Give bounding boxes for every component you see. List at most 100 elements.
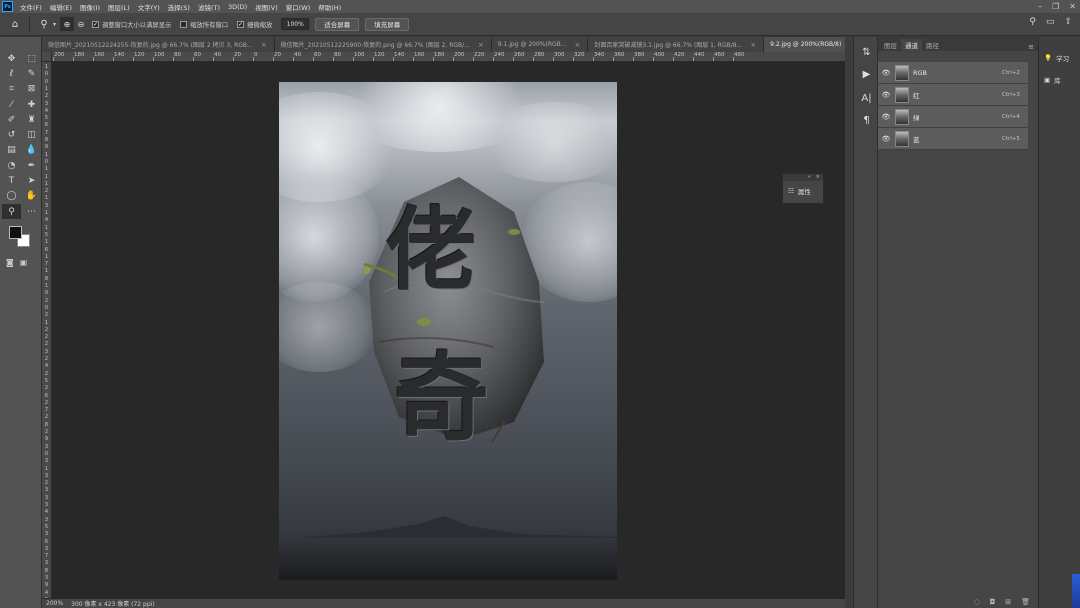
close-icon[interactable]: × [261, 41, 267, 49]
brush-tool-icon[interactable]: ✐ [2, 112, 21, 127]
libraries-label: 库 [1054, 77, 1061, 85]
properties-mini-panel[interactable]: « × ☷ 属性 [782, 173, 824, 204]
libraries-panel-button[interactable]: ▣ 库 [1039, 69, 1080, 91]
tab-document-1[interactable]: 微信图片_20210512224255-恢复的.jpg @ 66.7% (图层 … [42, 37, 275, 52]
zoom-out-icon[interactable]: ⊖ [74, 15, 88, 33]
ruler-origin[interactable] [42, 52, 52, 62]
more-tools-icon[interactable]: ⋯ [22, 204, 41, 219]
eye-icon[interactable]: 👁 [880, 69, 892, 77]
marquee-tool-icon[interactable]: ⬚ [22, 51, 41, 66]
horizontal-ruler[interactable]: 200 180 160 140 120 100 80 60 40 20 0 20 40 60 80 100 12… [52, 52, 845, 62]
channel-row-rgb[interactable]: 👁 RGB Ctrl+2 [878, 62, 1028, 84]
menu-type[interactable]: 文字(Y) [134, 2, 164, 12]
fill-screen-button[interactable]: 填充屏幕 [365, 17, 410, 31]
shape-tool-icon[interactable]: ◯ [2, 189, 21, 204]
vertical-ruler[interactable]: 1001234567891011121314151617181920212223… [42, 62, 52, 598]
blur-tool-icon[interactable]: 💧 [22, 143, 41, 158]
zoom-all-windows-checkbox[interactable]: 缩放所有窗口 [180, 20, 228, 29]
document-workspace[interactable]: 佬 奇 [52, 62, 845, 598]
zoom-tool-icon[interactable]: ⚲ [35, 15, 53, 33]
tab-document-4[interactable]: 封面百家突破减镜3.1.jpg @ 66.7% (图层 1, RGB/8... × [588, 37, 765, 52]
channel-row-green[interactable]: 👁 绿 Ctrl+4 [878, 106, 1028, 128]
trash-icon[interactable]: 🗑 [1021, 598, 1030, 606]
move-tool-icon[interactable]: ✥ [2, 51, 21, 66]
color-swatches[interactable] [6, 224, 36, 252]
menu-layer[interactable]: 图层(L) [104, 2, 134, 12]
screen-mode-icon[interactable]: ▣ [20, 258, 28, 267]
crop-tool-icon[interactable]: ⌗ [2, 82, 21, 97]
eyedropper-tool-icon[interactable]: ⁄ [2, 97, 21, 112]
frame-tool-icon[interactable]: ⊠ [22, 82, 41, 97]
tab-channels[interactable]: 通道 [901, 39, 922, 51]
lasso-tool-icon[interactable]: ℓ [2, 66, 21, 81]
collapse-icon[interactable]: « [808, 174, 811, 181]
home-icon[interactable]: ⌂ [6, 15, 24, 33]
close-icon[interactable]: × [816, 174, 820, 181]
chevron-down-icon[interactable]: ▾ [53, 21, 56, 28]
fit-screen-button[interactable]: 适合屏幕 [315, 17, 360, 31]
load-selection-icon[interactable]: ◌ [974, 598, 980, 606]
foreground-color[interactable] [9, 226, 22, 240]
minimize-icon[interactable]: – [1038, 2, 1042, 11]
restore-icon[interactable]: ❐ [1052, 2, 1059, 11]
new-channel-icon[interactable]: ⊞ [1005, 598, 1011, 606]
zoom-tool-icon[interactable]: ⚲ [2, 203, 21, 220]
menu-edit[interactable]: 编辑(E) [46, 2, 76, 12]
menu-image[interactable]: 图像(I) [76, 2, 104, 12]
menu-select[interactable]: 选择(S) [164, 2, 194, 12]
share-icon[interactable]: ⇪ [1064, 17, 1072, 27]
history-icon[interactable]: ⇅ [854, 41, 879, 63]
eraser-tool-icon[interactable]: ◫ [22, 127, 41, 142]
ruler-tick-label: 140 [114, 52, 125, 58]
menu-window[interactable]: 窗口(W) [282, 2, 315, 12]
tab-paths[interactable]: 路径 [922, 39, 943, 51]
channel-row-blue[interactable]: 👁 蓝 Ctrl+5 [878, 128, 1028, 150]
close-icon[interactable]: × [750, 41, 756, 49]
character-icon[interactable]: A| [854, 87, 879, 109]
eye-icon[interactable]: 👁 [880, 91, 892, 99]
healing-tool-icon[interactable]: ✚ [22, 97, 41, 112]
checkbox-checked-icon[interactable]: ✓ [237, 20, 245, 28]
scrubby-zoom-checkbox[interactable]: ✓ 细微缩放 [237, 20, 272, 29]
dodge-tool-icon[interactable]: ◔ [2, 158, 21, 173]
eye-icon[interactable]: 👁 [880, 135, 892, 143]
panel-menu-icon[interactable]: ≡ [1028, 43, 1034, 51]
checkbox-unchecked-icon[interactable] [180, 20, 188, 28]
quick-mask-icon[interactable]: ◙ [6, 258, 14, 267]
close-icon[interactable]: × [478, 41, 484, 49]
stamp-tool-icon[interactable]: ♜ [22, 112, 41, 127]
search-icon[interactable]: ⚲ [1029, 17, 1036, 27]
tab-layers[interactable]: 图层 [880, 39, 901, 51]
tab-document-3[interactable]: 9.1.jpg @ 200%(RGB... × [491, 37, 589, 52]
channel-row-red[interactable]: 👁 红 Ctrl+3 [878, 84, 1028, 106]
hand-tool-icon[interactable]: ✋ [22, 189, 41, 204]
tab-document-5[interactable]: 9.2.jpg @ 200%(RGB/8)× [764, 37, 845, 52]
vertical-scrollbar[interactable] [845, 37, 853, 608]
history-brush-icon[interactable]: ↺ [2, 127, 21, 142]
type-tool-icon[interactable]: T [2, 173, 21, 188]
menu-help[interactable]: 帮助(H) [314, 2, 345, 12]
close-icon[interactable]: ✕ [1069, 2, 1076, 11]
save-selection-icon[interactable]: ◘ [990, 598, 996, 606]
menu-view[interactable]: 视图(V) [251, 2, 282, 12]
checkbox-checked-icon[interactable]: ✓ [92, 20, 100, 28]
resize-windows-checkbox[interactable]: ✓ 调整窗口大小以满屏显示 [92, 20, 171, 29]
close-icon[interactable]: × [575, 41, 581, 49]
zoom-percent-field[interactable]: 100% [281, 18, 310, 30]
menu-file[interactable]: 文件(F) [16, 2, 46, 12]
zoom-in-icon[interactable]: ⊕ [60, 17, 75, 31]
path-select-icon[interactable]: ➤ [22, 173, 41, 188]
workspace-icon[interactable]: ▭ [1046, 17, 1055, 27]
play-icon[interactable]: ▶ [854, 63, 879, 85]
status-zoom[interactable]: 200% [42, 600, 71, 607]
learn-panel-button[interactable]: 💡 学习 [1039, 47, 1080, 69]
paragraph-icon[interactable]: ¶ [854, 109, 879, 131]
image-canvas[interactable]: 佬 奇 [279, 82, 617, 580]
menu-3d[interactable]: 3D(D) [224, 3, 251, 11]
eye-icon[interactable]: 👁 [880, 113, 892, 121]
gradient-tool-icon[interactable]: ▤ [2, 143, 21, 158]
pen-tool-icon[interactable]: ✒ [22, 158, 41, 173]
menu-filter[interactable]: 滤镜(T) [194, 2, 224, 12]
quick-select-tool-icon[interactable]: ✎ [22, 66, 41, 81]
tab-document-2[interactable]: 微信图片_20210512225900-恢复的.png @ 66.7% (图层 … [274, 37, 492, 52]
